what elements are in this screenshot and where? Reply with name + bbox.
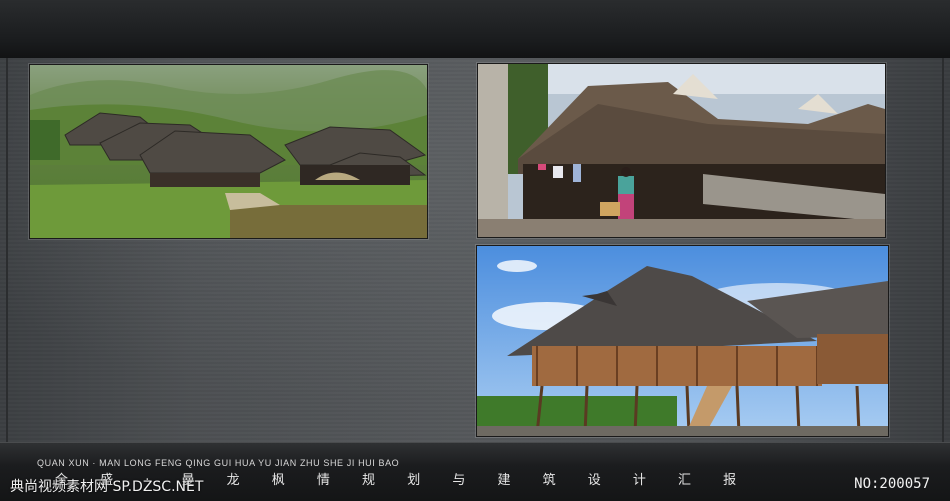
right-rail [942, 58, 944, 442]
site-watermark: 典尚视频素材网 SP.DZSC.NET [10, 479, 204, 495]
top-bar [0, 0, 950, 59]
stilt-house-photo [476, 245, 889, 437]
village-hillside-photo [29, 64, 428, 239]
left-rail [6, 58, 8, 442]
wooden-house-photo [477, 63, 886, 238]
slide-number: NO:200057 [854, 476, 930, 492]
pinyin-title: QUAN XUN · MAN LONG FENG QING GUI HUA YU… [37, 458, 400, 468]
